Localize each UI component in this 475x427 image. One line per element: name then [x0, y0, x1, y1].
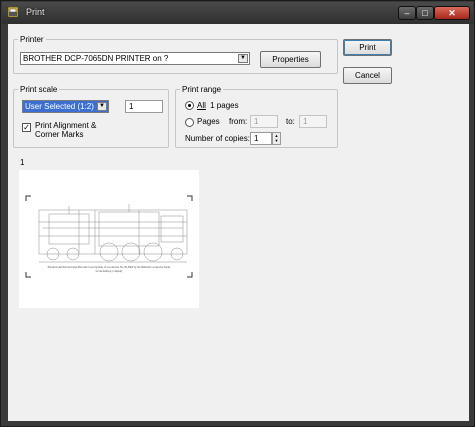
- close-icon: ✕: [448, 7, 456, 18]
- print-dialog-window: Print ‒ □ ✕ Printer BROTHER DCP-7065DN P…: [0, 0, 475, 427]
- chevron-down-icon[interactable]: ▼: [238, 54, 248, 63]
- range-pages-radio[interactable]: [185, 118, 194, 127]
- scale-value-text: 1: [129, 102, 134, 111]
- preview-page-number: 1: [20, 158, 25, 167]
- close-button[interactable]: ✕: [434, 6, 470, 20]
- cancel-button[interactable]: Cancel: [343, 67, 392, 84]
- properties-button[interactable]: Properties: [260, 51, 321, 68]
- print-scale-group-label: Print scale: [20, 85, 58, 94]
- printer-app-icon: [8, 7, 18, 17]
- dialog-body: Printer BROTHER DCP-7065DN PRINTER on ? …: [8, 24, 469, 421]
- copies-value: 1: [254, 134, 259, 143]
- title-bar[interactable]: Print ‒ □ ✕: [2, 2, 473, 24]
- locomotive-drawing-image: Elevation and Part-Sectional Plan and Cr…: [25, 195, 193, 278]
- print-button-label: Print: [359, 43, 376, 52]
- range-all-label[interactable]: All 1 pages: [197, 101, 239, 110]
- print-preview: Elevation and Part-Sectional Plan and Cr…: [19, 170, 199, 308]
- copies-spinner[interactable]: ▲ ▼: [272, 132, 281, 145]
- scale-value-input[interactable]: 1: [125, 100, 163, 113]
- range-from-label: from:: [229, 117, 248, 126]
- printer-group-label: Printer: [20, 35, 44, 44]
- range-to-label: to:: [286, 117, 295, 126]
- alignment-marks-checkbox[interactable]: ✓: [22, 123, 31, 132]
- alignment-marks-label-line1: Print Alignment &: [35, 121, 97, 130]
- corner-marks: [25, 195, 193, 278]
- range-all-radio[interactable]: [185, 101, 194, 110]
- range-all-text: All: [197, 101, 206, 110]
- properties-button-label: Properties: [272, 55, 309, 64]
- range-to-input[interactable]: 1: [299, 115, 327, 128]
- drawing-caption-line2: for the Railway Company: [96, 270, 124, 273]
- printer-select[interactable]: BROTHER DCP-7065DN PRINTER on ? ▼: [20, 52, 250, 65]
- maximize-icon: □: [422, 7, 428, 18]
- alignment-marks-label: Print Alignment & Corner Marks: [35, 121, 96, 139]
- cancel-button-label: Cancel: [355, 71, 380, 80]
- minimize-button[interactable]: ‒: [398, 6, 416, 20]
- range-from-input[interactable]: 1: [250, 115, 278, 128]
- range-pages-label[interactable]: Pages: [197, 117, 220, 126]
- scale-select-value: User Selected (1:2): [25, 102, 94, 111]
- range-to-value: 1: [303, 117, 308, 126]
- scale-select[interactable]: User Selected (1:2) ▼: [22, 100, 109, 113]
- chevron-down-icon[interactable]: ▼: [97, 102, 107, 111]
- window-title: Print: [26, 7, 45, 17]
- alignment-marks-label-line2: Corner Marks: [35, 130, 84, 139]
- drawing-caption-line1: Elevation and Part-Sectional Plan and Cr…: [48, 266, 171, 269]
- range-all-pages-count: 1 pages: [210, 101, 239, 110]
- printer-select-value: BROTHER DCP-7065DN PRINTER on ?: [23, 54, 169, 63]
- maximize-button[interactable]: □: [416, 6, 434, 20]
- copies-label: Number of copies:: [185, 134, 250, 143]
- spin-down-icon[interactable]: ▼: [273, 138, 280, 143]
- range-from-value: 1: [254, 117, 259, 126]
- checkmark-icon: ✓: [23, 123, 30, 132]
- print-range-group-label: Print range: [182, 85, 222, 94]
- minimize-icon: ‒: [404, 7, 410, 18]
- print-button[interactable]: Print: [343, 39, 392, 56]
- copies-input[interactable]: 1: [250, 132, 272, 145]
